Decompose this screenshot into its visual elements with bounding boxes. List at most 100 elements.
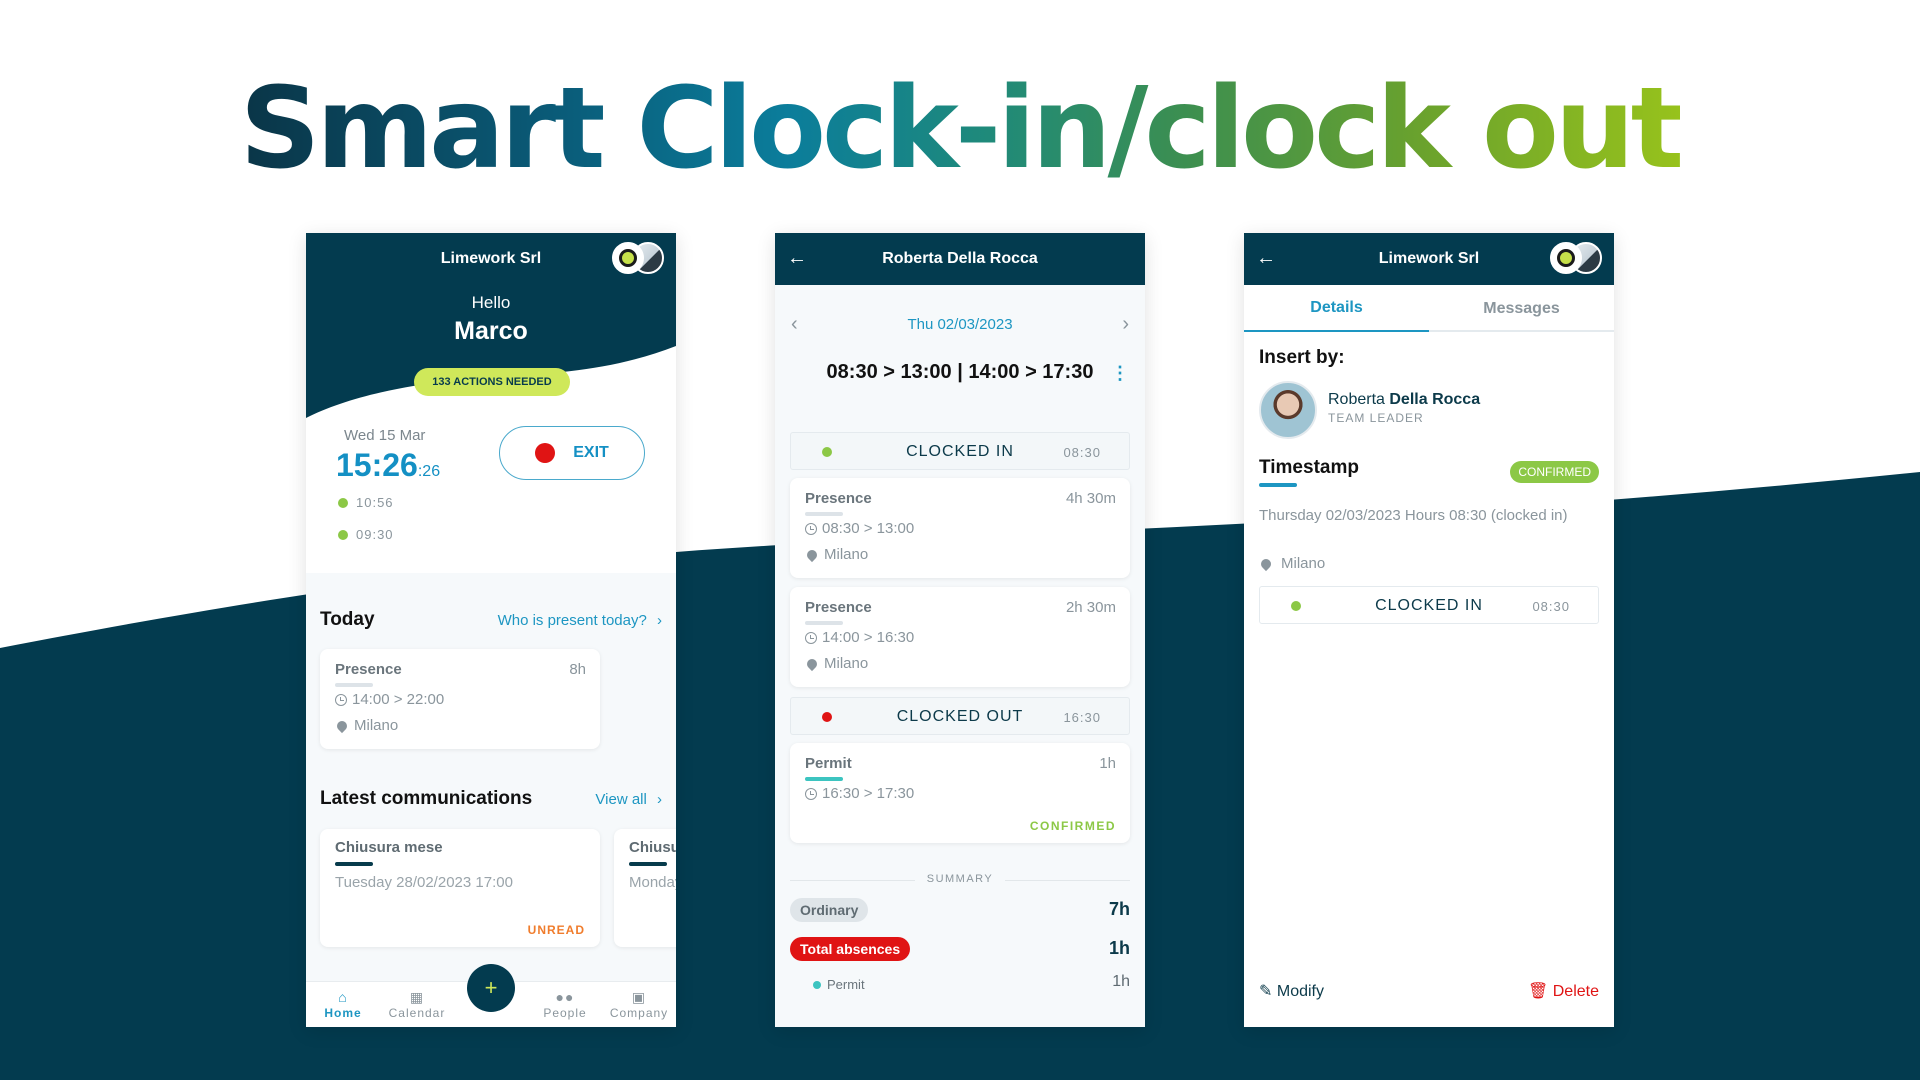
inserter-last-name: Della Rocca — [1389, 391, 1481, 408]
ordinary-value: 7h — [1108, 899, 1130, 919]
card-time: 14:00 > 16:30 — [822, 629, 915, 646]
card-location: Milano — [824, 655, 869, 672]
card-duration: 1h — [1099, 755, 1116, 772]
communication-date: Monday — [629, 874, 676, 891]
next-day-chevron-icon[interactable]: › — [1122, 313, 1129, 336]
nav-label: People — [543, 1006, 587, 1020]
presence-entry-card[interactable]: Presence 4h 30m 08:30 > 13:00 Milano — [790, 478, 1130, 578]
confirmed-badge: CONFIRMED — [1510, 461, 1599, 483]
actions-needed-badge[interactable]: 133 ACTIONS NEEDED — [414, 368, 570, 396]
headline: Smart Clock-in/clock out — [239, 64, 1684, 194]
card-time: 14:00 > 22:00 — [352, 691, 445, 708]
card-location-row: Milano — [334, 717, 399, 734]
top-bar: ← Roberta Della Rocca — [775, 233, 1145, 285]
total-absences-value: 1h — [1108, 938, 1130, 958]
teal-dot-icon — [813, 980, 821, 989]
communications-section-header: Latest communications View all — [320, 788, 662, 810]
communication-date: Tuesday 28/02/2023 17:00 — [335, 874, 513, 891]
nav-label: Home — [324, 1006, 362, 1020]
home-icon: ⌂ — [338, 989, 348, 1005]
card-type-bar — [805, 621, 843, 625]
punch-entry: 09:30 — [338, 527, 394, 542]
people-icon: ●● — [555, 989, 575, 1005]
card-location: Milano — [354, 717, 399, 734]
card-time-row: 14:00 > 22:00 — [335, 691, 444, 708]
communication-card[interactable]: Chiusura mese Tuesday 28/02/2023 17:00 U… — [320, 829, 600, 947]
card-type: Presence — [335, 661, 402, 678]
clocked-in-stamp[interactable]: CLOCKED IN 08:30 — [790, 432, 1130, 470]
add-button[interactable]: + — [467, 964, 515, 1012]
nav-people[interactable]: ●● People — [528, 988, 602, 1020]
exit-button[interactable]: EXIT — [499, 426, 645, 480]
communication-card[interactable]: Chiusura mese Monday — [614, 829, 676, 947]
trash-icon: 🗑 — [1527, 983, 1549, 1000]
card-duration: 4h 30m — [1065, 490, 1116, 507]
timestamp-description: Thursday 02/03/2023 Hours 08:30 (clocked… — [1259, 507, 1568, 524]
promo-stage: Smart Clock-in/clock out Limework Srl He… — [0, 0, 1920, 1080]
greeting: Hello — [471, 293, 511, 312]
back-arrow-icon[interactable]: ← — [787, 247, 807, 270]
card-location-row: Milano — [804, 655, 869, 672]
record-dot-icon — [535, 443, 556, 463]
current-time: 15:26:26 — [336, 447, 440, 484]
green-dot-icon — [338, 529, 348, 540]
exit-label: EXIT — [573, 444, 609, 461]
current-date: Wed 15 Mar — [344, 427, 426, 444]
selected-date[interactable]: Thu 02/03/2023 — [775, 316, 1145, 333]
day-navigator: ‹ Thu 02/03/2023 › — [775, 313, 1145, 337]
briefcase-icon: ▣ — [631, 989, 647, 1005]
more-options-icon[interactable]: ⋮ — [1111, 363, 1129, 384]
insert-by-label: Insert by: — [1259, 347, 1345, 368]
timestamp-location: Milano — [1258, 555, 1326, 572]
calendar-icon: ▦ — [409, 989, 425, 1005]
nav-label: Company — [609, 1006, 669, 1020]
time-seconds: :26 — [417, 463, 441, 480]
nav-calendar[interactable]: ▦ Calendar — [380, 988, 454, 1020]
user-name: Marco — [454, 317, 528, 345]
clocked-in-stamp: CLOCKED IN 08:30 — [1259, 586, 1599, 624]
card-type-bar — [805, 512, 843, 516]
header-avatars[interactable] — [1550, 242, 1602, 276]
nav-home[interactable]: ⌂ Home — [306, 988, 380, 1020]
home-hero: Limework Srl Hello Marco 133 ACTIONS NEE… — [306, 233, 676, 573]
time-main: 15:26 — [336, 447, 418, 483]
total-absences-pill: Total absences — [790, 937, 911, 961]
clocked-out-stamp[interactable]: CLOCKED OUT 16:30 — [790, 697, 1130, 735]
presence-entry-card[interactable]: Presence 2h 30m 14:00 > 16:30 Milano — [790, 587, 1130, 687]
permit-summary-label: Permit — [827, 977, 865, 992]
card-time-row: 14:00 > 16:30 — [805, 629, 914, 646]
tab-messages[interactable]: Messages — [1429, 285, 1614, 332]
communication-title: Chiusura mese — [335, 839, 443, 856]
modify-button[interactable]: ✎ Modify — [1259, 981, 1324, 1001]
card-duration: 8h — [569, 661, 586, 678]
screen-title: Roberta Della Rocca — [882, 250, 1038, 267]
tab-details[interactable]: Details — [1244, 285, 1429, 332]
card-type: Presence — [805, 490, 872, 507]
ordinary-pill: Ordinary — [790, 898, 869, 922]
phone-day-detail-screen: ← Roberta Della Rocca ‹ Thu 02/03/2023 ›… — [775, 233, 1145, 1027]
green-dot-icon — [338, 497, 348, 508]
permit-entry-card[interactable]: Permit 1h 16:30 > 17:30 CONFIRMED — [790, 743, 1130, 843]
today-title: Today — [320, 609, 375, 630]
card-time: 16:30 > 17:30 — [822, 785, 915, 802]
clock-icon — [805, 787, 817, 800]
communication-bar — [629, 862, 667, 866]
permit-summary-row: Permit — [813, 977, 865, 992]
header-avatars[interactable] — [612, 242, 664, 276]
card-location-row: Milano — [804, 546, 868, 563]
who-is-present-link[interactable]: Who is present today? — [498, 612, 662, 629]
card-duration: 2h 30m — [1065, 599, 1116, 616]
punch-time: 09:30 — [356, 527, 394, 542]
delete-button[interactable]: 🗑 Delete — [1528, 981, 1599, 1001]
confirmed-status: CONFIRMED — [1029, 819, 1116, 833]
location-text: Milano — [1281, 555, 1326, 572]
today-presence-card[interactable]: Presence 8h 14:00 > 22:00 Milano — [320, 649, 600, 749]
view-all-link[interactable]: View all — [595, 791, 662, 808]
punch-time: 10:56 — [356, 495, 394, 510]
card-type: Permit — [805, 755, 852, 772]
delete-label: Delete — [1552, 983, 1599, 1000]
bottom-navigation: ⌂ Home ▦ Calendar + ●● People ▣ Company — [306, 964, 676, 1027]
back-arrow-icon[interactable]: ← — [1256, 247, 1276, 270]
summary-label: SUMMARY — [915, 873, 1005, 885]
nav-company[interactable]: ▣ Company — [602, 988, 676, 1020]
